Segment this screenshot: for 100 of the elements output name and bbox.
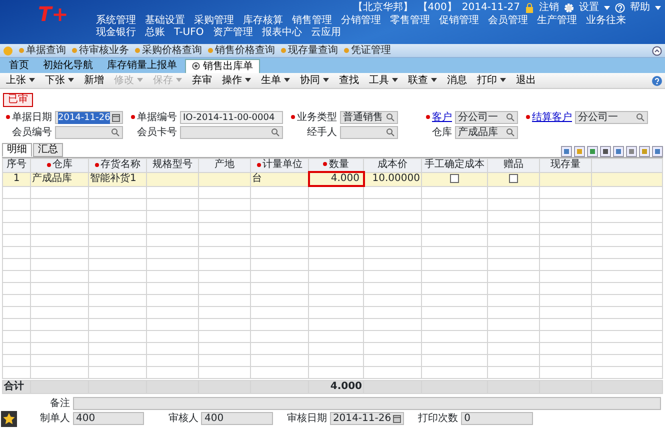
toolbar-button[interactable]: 工具 — [366, 74, 401, 86]
field-label: 单据日期 — [12, 112, 52, 122]
quick-link[interactable]: 单据查询 — [26, 44, 66, 56]
menu-item[interactable]: 会员管理 — [488, 15, 528, 27]
help-icon[interactable] — [652, 76, 662, 86]
lookup-field[interactable]: 分公司一 — [455, 111, 518, 124]
status-label: 已审 — [3, 93, 33, 107]
bullet-icon — [19, 48, 24, 53]
menu-item[interactable]: 采购管理 — [194, 15, 234, 27]
lookup-field[interactable]: 产成品库 — [455, 126, 518, 139]
menu-item[interactable]: 零售管理 — [390, 15, 430, 27]
page-icon[interactable] — [613, 146, 624, 157]
tab[interactable]: 明细 — [2, 143, 32, 157]
collapse-icon[interactable] — [652, 46, 662, 56]
search-icon — [506, 113, 515, 122]
date-link[interactable]: 2014-11-27 — [462, 2, 520, 14]
quick-link[interactable]: 采购价格查询 — [142, 44, 202, 56]
date-field[interactable]: 2014-11-26 — [55, 111, 123, 124]
menu-item[interactable]: 云应用 — [310, 27, 341, 39]
search-icon — [271, 128, 280, 137]
page-icon[interactable] — [600, 146, 611, 157]
total-quantity: 4.000 — [308, 380, 364, 394]
caret-icon — [500, 78, 506, 82]
text-field[interactable]: IO-2014-11-00-0004 — [180, 111, 283, 124]
date-field[interactable]: 2014-11-26 — [330, 412, 404, 425]
calendar-icon — [112, 114, 120, 122]
toolbar-button[interactable]: 打印 — [474, 74, 509, 86]
page-icon[interactable] — [587, 146, 598, 157]
lookup-field[interactable] — [340, 126, 398, 139]
table-cell: 10.00000 — [364, 172, 422, 186]
menu-item[interactable]: 现金银行 — [96, 27, 136, 39]
ring-icon — [192, 62, 200, 70]
toolbar-button[interactable]: 查找 — [336, 74, 362, 86]
field-link[interactable]: 结算客户 — [532, 112, 572, 122]
checkbox[interactable] — [450, 174, 459, 183]
column-header: 成本价 — [378, 159, 408, 170]
menu-item[interactable]: 销售管理 — [292, 15, 332, 27]
table-cell: 4.000 — [308, 172, 364, 186]
tab[interactable]: 库存销量上报单 — [101, 59, 183, 73]
toolbar-button[interactable]: 生单 — [258, 74, 293, 86]
menu-item[interactable]: 系统管理 — [96, 15, 136, 27]
caret-icon — [176, 78, 182, 82]
menu-item[interactable]: 总账 — [145, 27, 165, 39]
bullet-icon — [208, 48, 213, 53]
search-icon — [636, 113, 645, 122]
toolbar-button[interactable]: 联查 — [405, 74, 440, 86]
field-label: 仓库 — [432, 126, 452, 138]
toolbar-button[interactable]: 新增 — [81, 74, 107, 86]
remark-field[interactable] — [73, 397, 661, 410]
menu-item[interactable]: 基础设置 — [145, 15, 185, 27]
page-icon[interactable] — [626, 146, 637, 157]
quick-link[interactable]: 现存量查询 — [288, 44, 338, 56]
toolbar-button[interactable]: 协同 — [297, 74, 332, 86]
menu-item[interactable]: 生产管理 — [537, 15, 577, 27]
page-icon[interactable] — [652, 146, 663, 157]
toolbar-button[interactable]: 上张 — [3, 74, 38, 86]
menu-item[interactable]: 库存核算 — [243, 15, 283, 27]
lookup-field[interactable] — [55, 126, 123, 139]
lookup-field[interactable] — [180, 126, 283, 139]
help-menu[interactable]: 帮助 — [630, 2, 650, 14]
quick-link[interactable]: 凭证管理 — [351, 44, 391, 56]
checkbox[interactable] — [509, 174, 518, 183]
logout-link[interactable]: 注销 — [539, 2, 559, 14]
settings-menu[interactable]: 设置 — [579, 2, 599, 14]
menu-item[interactable]: 分销管理 — [341, 15, 381, 27]
column-header: 序号 — [6, 159, 26, 170]
tab[interactable]: 首页 — [3, 59, 35, 73]
text-field[interactable]: 400 — [201, 412, 273, 425]
field-label: 备注 — [49, 398, 70, 410]
page-icon[interactable] — [561, 146, 572, 157]
lookup-field[interactable]: 分公司一 — [575, 111, 648, 124]
logo: T+ — [37, 2, 70, 28]
menu-item[interactable]: T-UFO — [174, 27, 204, 39]
menu-item[interactable]: 报表中心 — [262, 27, 302, 39]
toolbar-button[interactable]: 消息 — [444, 74, 470, 86]
field-label: 打印次数 — [417, 412, 458, 424]
tab[interactable]: 初始化导航 — [37, 59, 99, 73]
quick-link[interactable]: 待审核业务 — [79, 44, 129, 56]
search-icon — [386, 128, 395, 137]
menu-item[interactable]: 资产管理 — [212, 27, 253, 39]
caret-icon — [29, 78, 35, 82]
table-cell: 智能补货1 — [88, 172, 146, 186]
select-field[interactable]: 普通销售 — [340, 111, 398, 124]
text-field[interactable]: 400 — [73, 412, 144, 425]
table-cell: 产成品库 — [30, 172, 88, 186]
menu-item[interactable]: 业务往来 — [586, 15, 626, 27]
field-label: 业务类型 — [297, 112, 337, 122]
bullet-icon — [72, 48, 77, 53]
toolbar-button[interactable]: 退出 — [513, 74, 539, 86]
toolbar-button[interactable]: 弃审 — [189, 74, 215, 86]
menu-item[interactable]: 促销管理 — [439, 15, 479, 27]
toolbar-button[interactable]: 操作 — [219, 74, 254, 86]
tab[interactable]: 汇总 — [33, 143, 63, 157]
caret-icon — [68, 78, 74, 82]
text-field[interactable]: 0 — [461, 412, 533, 425]
quick-link[interactable]: 销售价格查询 — [215, 44, 275, 56]
toolbar-button[interactable]: 下张 — [42, 74, 77, 86]
field-label: 制单人 — [39, 412, 70, 424]
field-link[interactable]: 客户 — [432, 112, 452, 122]
tab[interactable]: 销售出库单 — [185, 59, 260, 73]
